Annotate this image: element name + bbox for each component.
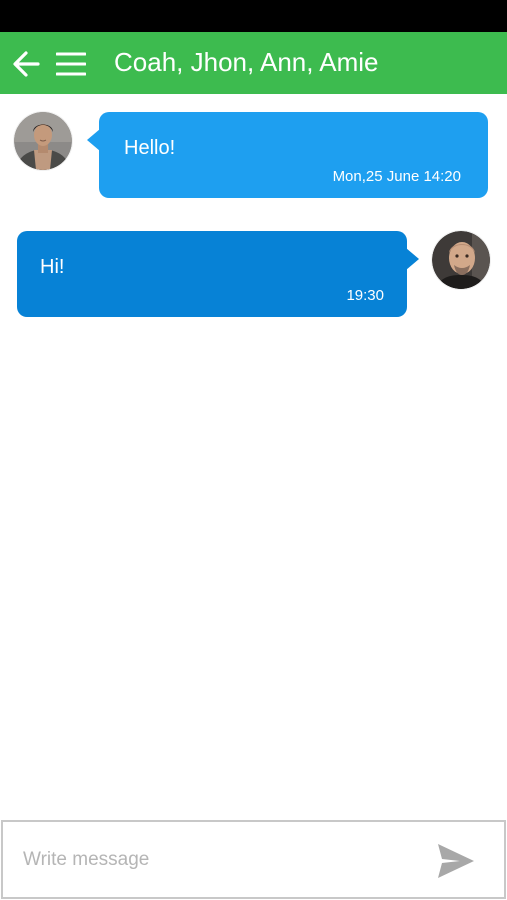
message-input[interactable] bbox=[23, 840, 413, 880]
avatar-bald-man bbox=[432, 231, 490, 289]
message-text: Hi! bbox=[40, 256, 65, 278]
arrow-left-icon bbox=[13, 51, 40, 77]
back-button[interactable] bbox=[12, 50, 40, 78]
app-bar: Coah, Jhon, Ann, Amie bbox=[0, 32, 507, 94]
message-text: Hello! bbox=[124, 137, 176, 159]
avatar-young-man bbox=[14, 112, 72, 170]
message-timestamp: 19:30 bbox=[346, 287, 384, 304]
message-bubble-incoming[interactable]: Hello! Mon,25 June 14:20 bbox=[87, 112, 488, 198]
conversation-title: Coah, Jhon, Ann, Amie bbox=[114, 47, 379, 77]
avatar[interactable] bbox=[432, 231, 490, 289]
menu-button[interactable] bbox=[56, 50, 86, 78]
send-button[interactable] bbox=[436, 842, 476, 880]
status-bar bbox=[0, 0, 507, 32]
avatar[interactable] bbox=[14, 112, 72, 170]
message-composer bbox=[1, 820, 506, 899]
hamburger-menu-icon bbox=[56, 52, 86, 76]
message-timestamp: Mon,25 June 14:20 bbox=[332, 168, 461, 185]
send-icon bbox=[438, 844, 474, 878]
message-bubble-outgoing[interactable]: Hi! 19:30 bbox=[17, 231, 419, 317]
